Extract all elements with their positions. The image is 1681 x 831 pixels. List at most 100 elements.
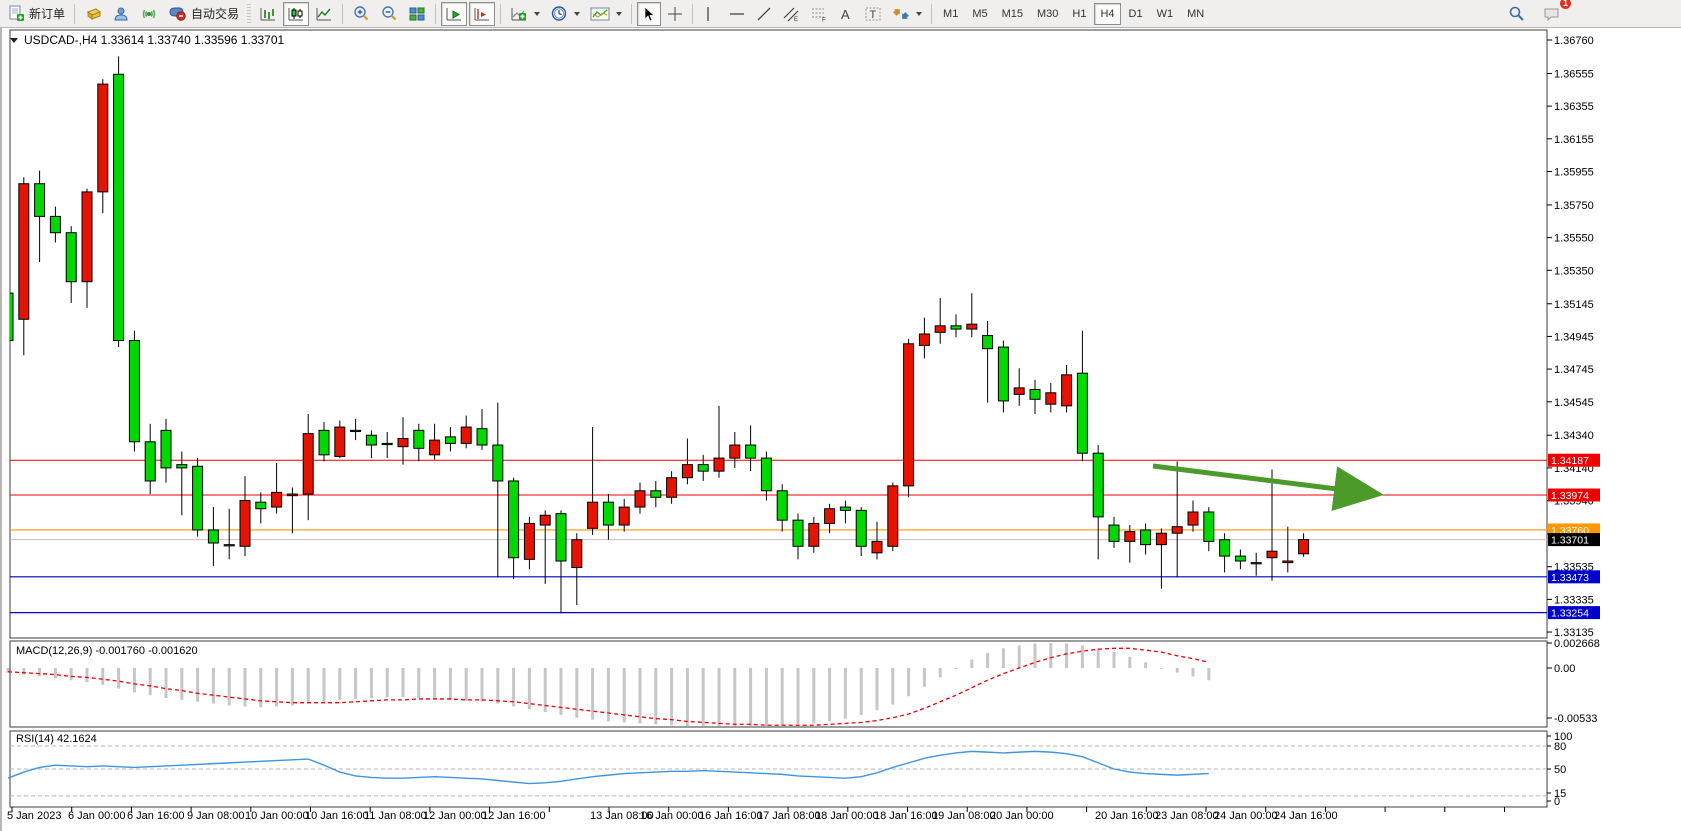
candlestick-icon <box>287 6 305 22</box>
chart-title: USDCAD-,H4 1.33614 1.33740 1.33596 1.337… <box>24 33 284 47</box>
trendline-icon <box>756 6 772 22</box>
svg-text:1.36760: 1.36760 <box>1554 35 1594 47</box>
timeframe-m1-button[interactable]: M1 <box>937 3 964 25</box>
symbol-dropdown-icon[interactable] <box>10 38 18 43</box>
channel-icon: E <box>782 6 800 22</box>
svg-text:1.33974: 1.33974 <box>1551 490 1589 502</box>
auto-trading-button[interactable]: 自动交易 <box>164 2 243 26</box>
svg-text:0.00: 0.00 <box>1554 663 1575 675</box>
auto-scroll-button[interactable] <box>441 2 467 26</box>
horizontal-line-button[interactable] <box>724 2 750 26</box>
equidistant-channel-button[interactable]: E <box>778 2 804 26</box>
svg-text:12 Jan 00:00: 12 Jan 00:00 <box>423 810 487 822</box>
svg-text:1.36155: 1.36155 <box>1554 134 1594 146</box>
fibonacci-icon: F <box>810 6 828 22</box>
line-chart-icon <box>315 6 333 22</box>
template-icon <box>590 6 610 22</box>
svg-text:-0.00533: -0.00533 <box>1554 713 1597 725</box>
timeframe-h4-button[interactable]: H4 <box>1094 3 1120 25</box>
cursor-button[interactable] <box>637 2 661 26</box>
svg-text:24 Jan 00:00: 24 Jan 00:00 <box>1214 810 1278 822</box>
chat-bubble-icon <box>1543 6 1561 22</box>
toolbar: 新订单 自动交易 <box>0 0 1681 28</box>
text-label-icon: T <box>864 6 882 22</box>
svg-text:1.36555: 1.36555 <box>1554 68 1594 80</box>
separator <box>435 4 436 24</box>
chart-shift-button[interactable] <box>469 2 495 26</box>
zoom-out-button[interactable] <box>376 2 402 26</box>
tile-windows-button[interactable] <box>404 2 430 26</box>
timeframe-m30-button[interactable]: M30 <box>1031 3 1064 25</box>
separator <box>631 4 632 24</box>
auto-trading-icon <box>168 5 187 22</box>
arrows-tool-button[interactable] <box>888 2 926 26</box>
zoom-in-button[interactable] <box>348 2 374 26</box>
fibonacci-button[interactable]: F <box>806 2 832 26</box>
text-button[interactable]: A <box>834 2 858 26</box>
timeframe-mn-button[interactable]: MN <box>1181 3 1210 25</box>
svg-text:80: 80 <box>1554 741 1566 753</box>
new-order-button[interactable]: 新订单 <box>4 2 69 26</box>
svg-text:23 Jan 08:00: 23 Jan 08:00 <box>1155 810 1219 822</box>
timeframe-m5-button[interactable]: M5 <box>966 3 993 25</box>
clock-icon <box>550 5 568 22</box>
chevron-down-icon <box>534 12 540 16</box>
accounts-button[interactable] <box>108 2 134 26</box>
periods-button[interactable] <box>546 2 584 26</box>
svg-text:18 Jan 16:00: 18 Jan 16:00 <box>874 810 938 822</box>
zoom-in-icon <box>352 5 370 22</box>
svg-text:20 Jan 16:00: 20 Jan 16:00 <box>1095 810 1159 822</box>
chart-window[interactable]: 1.36760 1.36555 1.36355 1.36155 1.35955 1.357… <box>0 28 1681 831</box>
templates-button[interactable] <box>586 2 626 26</box>
indicators-button[interactable] <box>506 2 544 26</box>
svg-text:1.35350: 1.35350 <box>1554 265 1594 277</box>
vertical-line-icon <box>702 6 714 22</box>
svg-text:50: 50 <box>1554 764 1566 776</box>
svg-text:1.35955: 1.35955 <box>1554 166 1594 178</box>
new-order-label: 新订单 <box>29 5 65 22</box>
separator <box>74 4 75 24</box>
gold-icon <box>84 6 102 22</box>
signal-icon <box>140 6 158 22</box>
chevron-down-icon <box>574 12 580 16</box>
search-button[interactable] <box>1504 2 1529 26</box>
cursor-icon <box>641 6 656 22</box>
svg-text:A: A <box>841 7 850 22</box>
notifications-button[interactable]: 1 <box>1539 2 1565 26</box>
chart-shift-icon <box>473 6 491 22</box>
text-label-button[interactable]: T <box>860 2 886 26</box>
macd-label: MACD(12,26,9) -0.001760 -0.001620 <box>16 645 198 657</box>
svg-text:1.36355: 1.36355 <box>1554 101 1594 113</box>
timeframe-d1-button[interactable]: D1 <box>1123 3 1149 25</box>
vertical-line-button[interactable] <box>698 2 722 26</box>
candlestick-chart-button[interactable] <box>283 2 309 26</box>
timeframe-h1-button[interactable]: H1 <box>1066 3 1092 25</box>
svg-text:0.002668: 0.002668 <box>1554 638 1600 650</box>
svg-text:0: 0 <box>1554 796 1560 808</box>
svg-text:E: E <box>794 17 798 22</box>
line-chart-button[interactable] <box>311 2 337 26</box>
bar-chart-button[interactable] <box>255 2 281 26</box>
svg-text:9 Jan 08:00: 9 Jan 08:00 <box>187 810 245 822</box>
bar-chart-icon <box>259 6 277 22</box>
zoom-out-icon <box>380 5 398 22</box>
crosshair-button[interactable] <box>663 2 687 26</box>
timeframe-m15-button[interactable]: M15 <box>996 3 1029 25</box>
svg-text:17 Jan 08:00: 17 Jan 08:00 <box>757 810 821 822</box>
chart-canvas[interactable]: 1.36760 1.36555 1.36355 1.36155 1.35955 1.357… <box>2 28 1681 831</box>
toolbar-grip <box>247 4 251 24</box>
svg-text:1.34545: 1.34545 <box>1554 397 1594 409</box>
svg-text:1.35750: 1.35750 <box>1554 200 1594 212</box>
separator <box>931 4 932 24</box>
chart-title-bar: USDCAD-,H4 1.33614 1.33740 1.33596 1.337… <box>10 33 284 47</box>
svg-text:T: T <box>870 9 877 21</box>
market-watch-button[interactable] <box>80 2 106 26</box>
trendline-button[interactable] <box>752 2 776 26</box>
chevron-down-icon <box>616 12 622 16</box>
svg-text:1.35550: 1.35550 <box>1554 233 1594 245</box>
svg-text:1.34340: 1.34340 <box>1554 430 1594 442</box>
signals-button[interactable] <box>136 2 162 26</box>
svg-text:1.33254: 1.33254 <box>1551 608 1589 620</box>
svg-text:11 Jan 08:00: 11 Jan 08:00 <box>364 810 427 822</box>
timeframe-w1-button[interactable]: W1 <box>1151 3 1180 25</box>
